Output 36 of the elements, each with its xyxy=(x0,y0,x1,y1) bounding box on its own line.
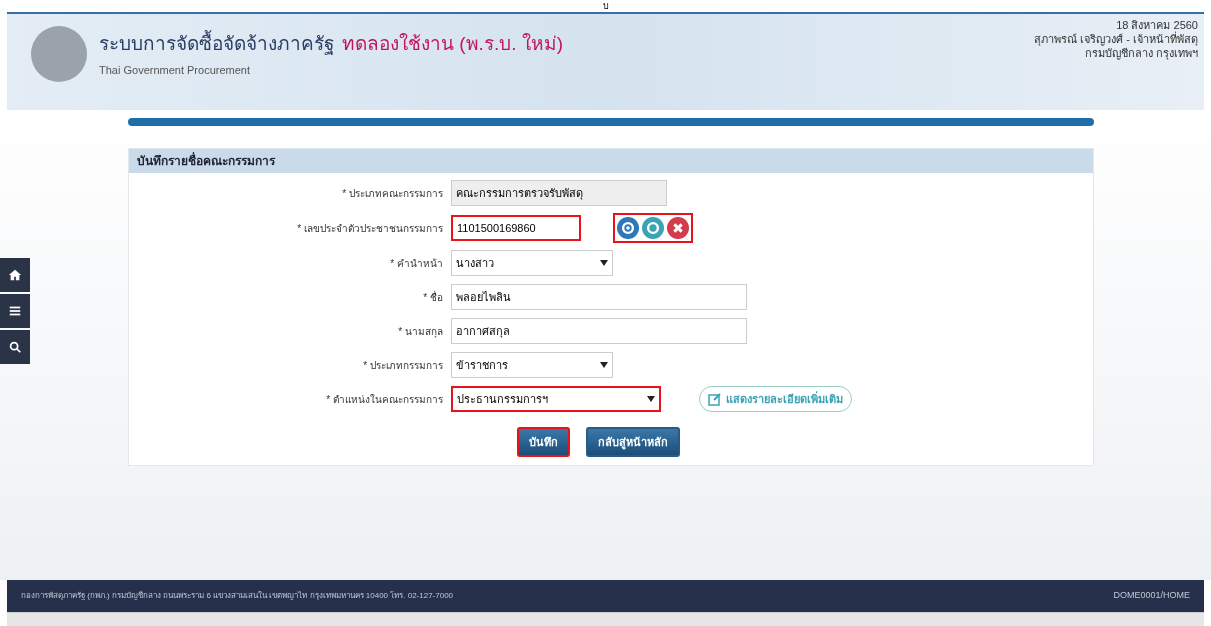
dropdown-field[interactable]: ประธานกรรมการฯ xyxy=(451,386,661,412)
emblem-icon xyxy=(31,26,87,82)
field-label: * นามสกุล xyxy=(398,324,443,339)
horizontal-scrollbar[interactable] xyxy=(7,612,1204,626)
caret-icon xyxy=(647,396,655,402)
footer-address: กองการพัสดุภาครัฐ (กพภ.) กรมบัญชีกลาง ถนนพระราม 6 แขวงสามเสนใน เขตพญาไท กรุงเทพมหานคร 10400 โทร. 02-127-7000 xyxy=(21,590,454,602)
field-label: * ประเภทกรรมการ xyxy=(363,358,443,373)
dropdown-field[interactable]: ข้าราชการ xyxy=(451,352,613,378)
date-text: 18 สิงหาคม 2560 xyxy=(1116,18,1198,31)
form-title: บันทึกรายชื่อคณะกรรมการ xyxy=(137,152,275,170)
field-label: * คำนำหน้า xyxy=(390,256,443,271)
search-icon[interactable] xyxy=(0,330,30,364)
form-button[interactable]: บันทึก xyxy=(517,427,570,457)
id-number-field[interactable]: 1101500169860 xyxy=(451,215,581,241)
menu-icon[interactable] xyxy=(0,294,30,328)
footer-code: DOME0001/HOME xyxy=(1113,589,1190,603)
readonly-field: คณะกรรมการตรวจรับพัสดุ xyxy=(451,180,667,206)
text-field[interactable]: พลอยไพลิน xyxy=(451,284,747,310)
site-title-suffix: ทดลองใช้งาน (พ.ร.บ. ใหม่) xyxy=(342,31,564,56)
clear-icon[interactable] xyxy=(667,217,689,239)
caret-icon xyxy=(600,260,608,266)
field-label: * ชื่อ xyxy=(423,289,443,305)
site-title: ระบบการจัดซื้อจัดจ้างภาครัฐ xyxy=(99,29,334,57)
text-field[interactable]: อากาศสกุล xyxy=(451,318,747,344)
org-text: กรมบัญชีกลาง กรุงเทพฯ xyxy=(1084,46,1198,60)
dropdown-field[interactable]: นางสาว xyxy=(451,250,613,276)
edit-icon xyxy=(708,392,722,406)
field-label: * ตำแหน่งในคณะกรรมการ xyxy=(326,392,443,407)
field-label: * ประเภทคณะกรรมการ xyxy=(342,186,443,201)
caret-icon xyxy=(600,362,608,368)
top-character: บ xyxy=(602,0,609,12)
home-icon[interactable] xyxy=(0,258,30,292)
site-subtitle: Thai Government Procurement xyxy=(99,63,251,78)
form-button[interactable]: กลับสู่หน้าหลัก xyxy=(586,427,680,457)
field-label: * เลขประจำตัวประชาชนกรรมการ xyxy=(297,221,443,236)
user-text: สุภาพรณ์ เจริญวงศ์ - เจ้าหน้าที่พัสดุ xyxy=(1034,32,1198,46)
